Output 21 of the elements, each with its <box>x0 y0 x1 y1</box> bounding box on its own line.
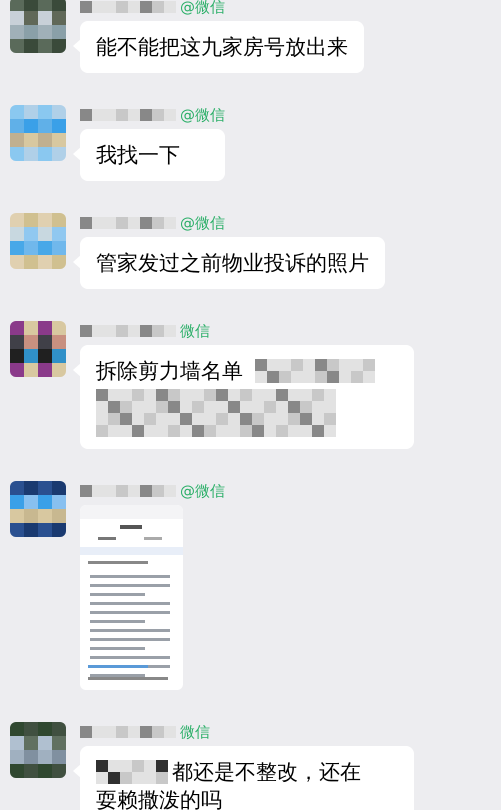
message-text: 能不能把这九家房号放出来 <box>96 34 348 61</box>
pixelated-mosaic-icon <box>96 389 336 437</box>
sender-name: @微信 <box>180 212 225 234</box>
pixelated-mosaic-icon <box>80 1 176 13</box>
sender-name: 微信 <box>180 722 210 743</box>
pixelated-mosaic-icon <box>255 359 375 383</box>
message-text: 拆除剪力墙名单 <box>96 358 243 385</box>
sender-name: @微信 <box>180 104 225 126</box>
message-text: 耍赖撒泼的吗 <box>96 787 223 810</box>
message-text: 管家发过之前物业投诉的照片 <box>96 250 369 277</box>
pixelated-mosaic-icon <box>80 325 176 337</box>
message-text: 我找一下 <box>96 142 181 169</box>
pixelated-mosaic-icon <box>80 485 176 497</box>
sender-name: @微信 <box>180 480 225 502</box>
pixelated-mosaic-icon <box>80 109 176 121</box>
pixelated-mosaic-icon <box>80 217 176 229</box>
message-text: 都还是不整改，还在 <box>172 759 361 786</box>
pixelated-mosaic-icon <box>96 760 168 784</box>
sender-name: 微信 <box>180 320 210 342</box>
sender-name: @微信 <box>180 0 225 18</box>
pixelated-mosaic-icon <box>80 726 176 738</box>
